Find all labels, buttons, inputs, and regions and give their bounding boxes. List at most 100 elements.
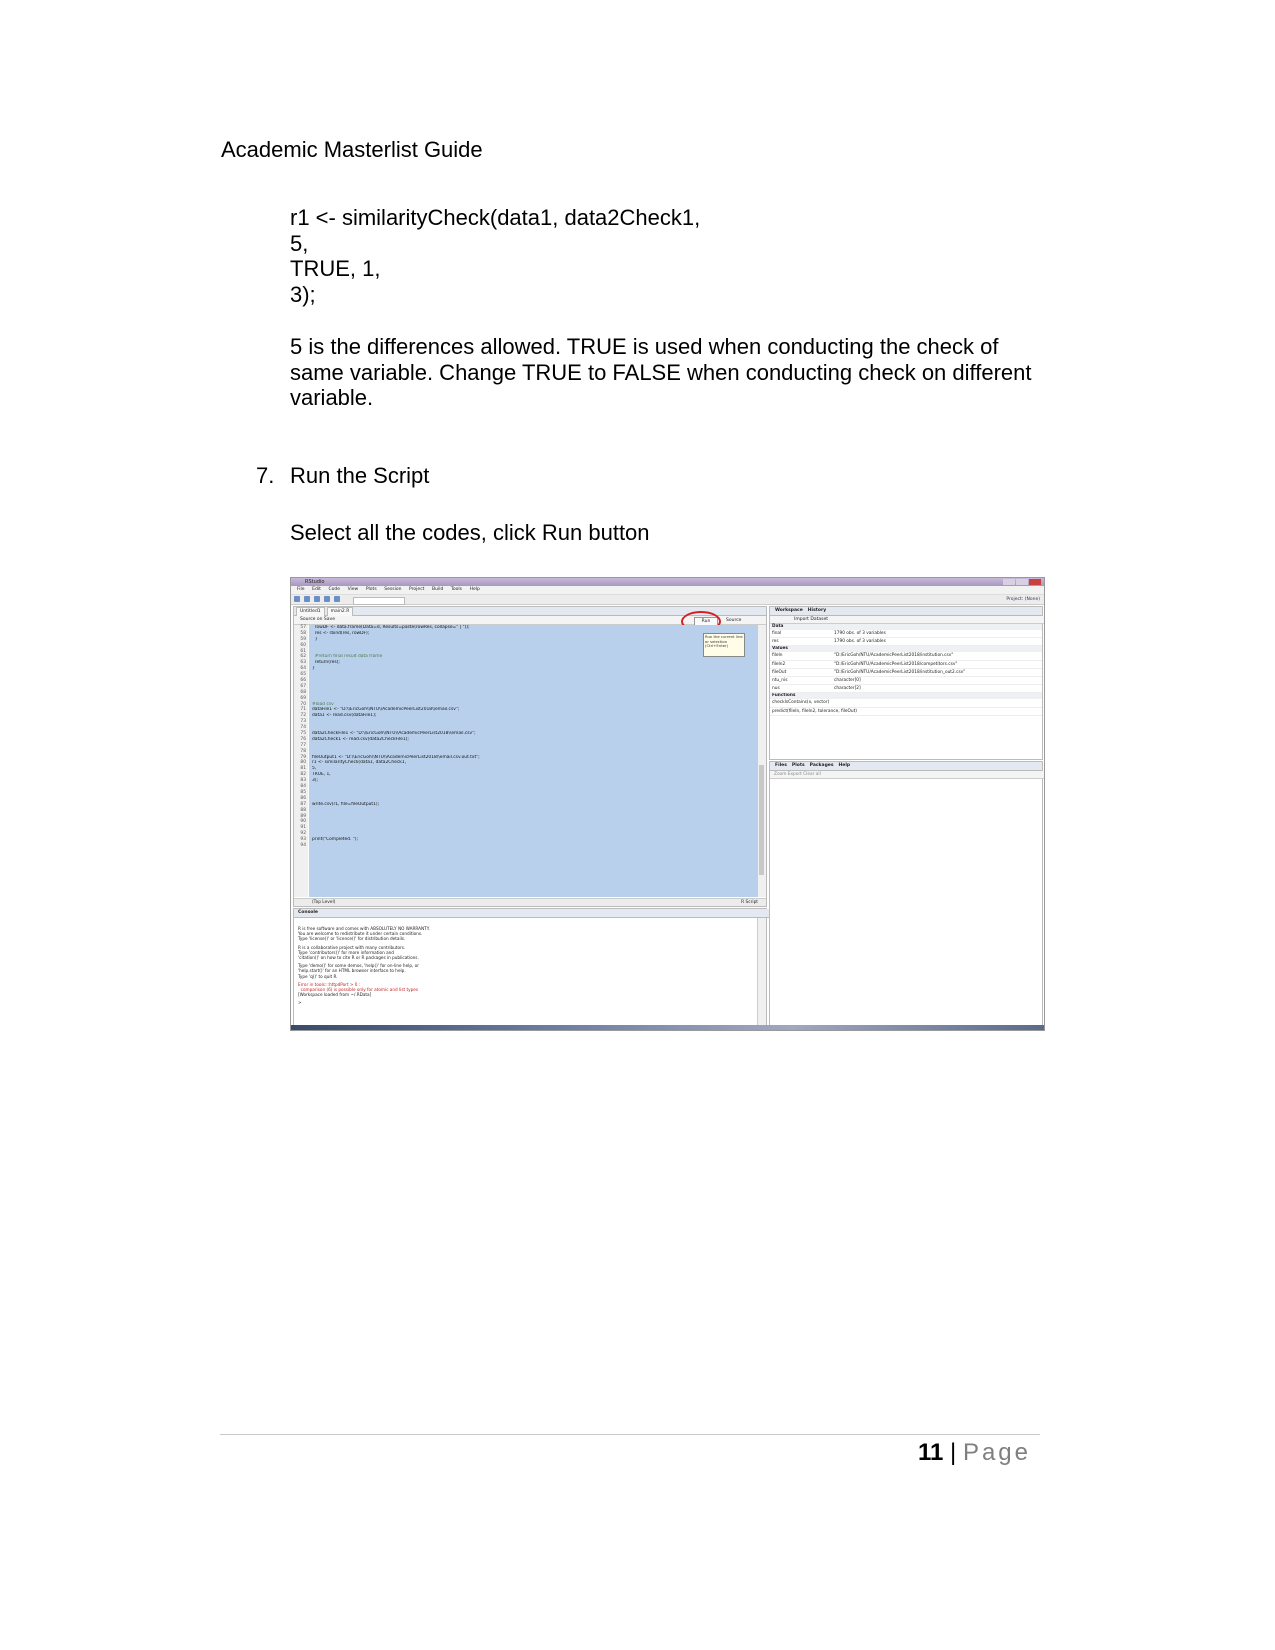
variable-value: 1790 obs. of 3 variables xyxy=(834,639,886,645)
plots-toolbar[interactable]: Zoom Export Clear all xyxy=(770,771,1044,779)
variable-name: ntu_nis xyxy=(772,677,788,683)
workspace-pane: Workspace History Import Dataset Data fina… xyxy=(769,606,1044,760)
variable-value: character[2] xyxy=(834,686,861,692)
tab-main2[interactable]: main2.R xyxy=(326,607,354,616)
page-separator: | xyxy=(950,1439,957,1466)
source-button[interactable]: Source xyxy=(726,617,758,624)
line-number-gutter: 57 58 59 60 61 62 63 64 65 66 67 68 69 70 71 72 73 74 75 76… xyxy=(294,625,308,897)
workspace-row[interactable]: ntu_nis character[0] xyxy=(770,677,1042,686)
document-header-title: Academic Masterlist Guide xyxy=(221,137,483,162)
save-icon[interactable] xyxy=(324,596,330,602)
menu-session[interactable]: Session xyxy=(384,586,401,594)
tab-files[interactable]: Files xyxy=(775,763,787,768)
tab-untitled1[interactable]: Untitled1 xyxy=(296,607,325,616)
step-number: 7. xyxy=(256,463,275,488)
footer-divider xyxy=(220,1434,1040,1435)
code-line: r1 <- similarityCheck(data1, data2Check1… xyxy=(290,205,701,230)
menu-file[interactable]: File xyxy=(297,586,305,594)
close-icon[interactable] xyxy=(1029,579,1041,585)
window-controls xyxy=(1002,579,1042,585)
tab-history[interactable]: History xyxy=(808,608,826,613)
tab-workspace[interactable]: Workspace xyxy=(775,608,803,613)
variable-value: "D:/EricGoh/NTU/AcademicPeerList2018/ins… xyxy=(834,669,966,675)
instruction-text: Select all the codes, click Run button xyxy=(290,520,650,545)
variable-value: "D:/EricGoh/NTU/AcademicPeerList2018/com… xyxy=(834,661,958,667)
page-number: 11 xyxy=(918,1439,944,1466)
console-pane: Console R is free software and comes wit… xyxy=(293,908,770,1029)
tab-plots[interactable]: Plots xyxy=(792,763,805,768)
code-snippet: r1 <- similarityCheck(data1, data2Check1… xyxy=(290,205,700,307)
workspace-row[interactable]: fileIn "D:/EricGoh/NTU/AcademicPeerList20… xyxy=(770,652,1042,661)
open-project-icon[interactable] xyxy=(304,596,310,602)
open-file-icon[interactable] xyxy=(314,596,320,602)
files-pane: Files Plots Packages Help Zoom Export Clear… xyxy=(769,761,1044,1029)
menu-build[interactable]: Build xyxy=(432,586,443,594)
menu-code[interactable]: Code xyxy=(328,586,340,594)
menu-edit[interactable]: Edit xyxy=(312,586,321,594)
line-number: 94 xyxy=(300,842,306,848)
source-editor-pane: Untitled1 main2.R Source on Save Run Sour… xyxy=(293,606,767,907)
variable-name: final xyxy=(772,631,782,636)
console-title: Console xyxy=(294,909,770,918)
function-signature: predict(fileIn, fileIn2, tolerance, file… xyxy=(772,708,857,714)
menu-help[interactable]: Help xyxy=(470,586,480,594)
workspace-tabs: Workspace History xyxy=(770,607,1042,616)
workspace-row[interactable]: fileOut "D:/EricGoh/NTU/AcademicPeerList2… xyxy=(770,669,1042,677)
menu-tools[interactable]: Tools xyxy=(451,586,462,594)
import-dataset-button[interactable]: Import Dataset xyxy=(794,617,828,622)
menu-plots[interactable]: Plots xyxy=(366,586,377,594)
variable-value: 1790 obs. of 3 variables xyxy=(834,631,886,636)
scope-indicator[interactable]: (Top Level) xyxy=(312,900,335,905)
maximize-icon[interactable] xyxy=(1016,579,1028,585)
tab-help[interactable]: Help xyxy=(839,763,851,768)
workspace-row[interactable]: final 1790 obs. of 3 variables xyxy=(770,630,1042,639)
page-label: Page xyxy=(962,1439,1032,1466)
file-type-indicator[interactable]: R Script xyxy=(741,899,758,906)
console-scrollbar[interactable] xyxy=(757,918,766,1027)
function-row[interactable]: predict(fileIn, fileIn2, tolerance, file… xyxy=(770,708,1042,716)
menu-project[interactable]: Project xyxy=(409,586,424,594)
scrollbar-thumb[interactable] xyxy=(759,765,764,875)
variable-name: res xyxy=(772,639,779,645)
console-output[interactable]: R is free software and comes with ABSOLU… xyxy=(298,926,753,1005)
code-editor-selection[interactable]: rowDF <- data.frame(Data=d, Results=past… xyxy=(309,625,757,897)
window-title: RStudio xyxy=(305,579,325,585)
editor-toolbar: Source on Save Run Source xyxy=(294,611,766,632)
function-row[interactable]: checkIsContains(x, vector) xyxy=(770,699,1042,708)
go-to-file-input[interactable] xyxy=(353,596,405,605)
console-prompt[interactable]: > xyxy=(298,1000,753,1005)
minimize-icon[interactable] xyxy=(1003,579,1015,585)
editor-status-bar: (Top Level) R Script xyxy=(294,898,766,906)
tab-packages[interactable]: Packages xyxy=(810,763,834,768)
page-footer: 11 | Page xyxy=(918,1439,1031,1467)
menu-view[interactable]: View xyxy=(348,586,359,594)
window-titlebar: RStudio xyxy=(291,578,1044,586)
workspace-row[interactable]: res 1790 obs. of 3 variables xyxy=(770,638,1042,647)
variable-value: character[0] xyxy=(834,677,861,683)
explanation-paragraph: 5 is the differences allowed. TRUE is us… xyxy=(290,334,1032,410)
code-line: 5, xyxy=(290,230,309,256)
variable-name: fileIn xyxy=(772,653,783,659)
code-line: 3); xyxy=(290,281,316,307)
windows-taskbar xyxy=(291,1025,1044,1030)
variable-name: fileOut xyxy=(772,669,787,675)
variable-name: nus xyxy=(772,686,780,692)
project-menu[interactable]: Project: (None) xyxy=(1006,597,1040,602)
workspace-row[interactable]: nus character[2] xyxy=(770,685,1042,694)
workspace-row[interactable]: fileIn2 "D:/EricGoh/NTU/AcademicPeerList2… xyxy=(770,661,1042,669)
new-file-icon[interactable] xyxy=(294,596,300,602)
run-tooltip: Run the current line or selection (Ctrl+… xyxy=(703,633,745,657)
editor-scrollbar[interactable] xyxy=(757,625,766,897)
variable-name: fileIn2 xyxy=(772,661,786,667)
print-icon[interactable] xyxy=(334,596,340,602)
step-heading: 7. Run the Script xyxy=(256,463,429,489)
code-line: TRUE, 1, xyxy=(290,256,381,281)
step-title: Run the Script xyxy=(290,463,430,488)
menu-bar: File Edit Code View Plots Session Projec… xyxy=(291,586,1044,595)
rstudio-screenshot: RStudio File Edit Code View Plots Sessio… xyxy=(290,577,1045,1031)
workspace-list: Data final 1790 obs. of 3 variables res 1790… xyxy=(770,624,1042,716)
workspace-toolbar: Import Dataset xyxy=(770,616,1044,624)
main-toolbar: Project: (None) xyxy=(291,595,1044,605)
source-on-save-checkbox[interactable]: Source on Save xyxy=(300,616,335,624)
